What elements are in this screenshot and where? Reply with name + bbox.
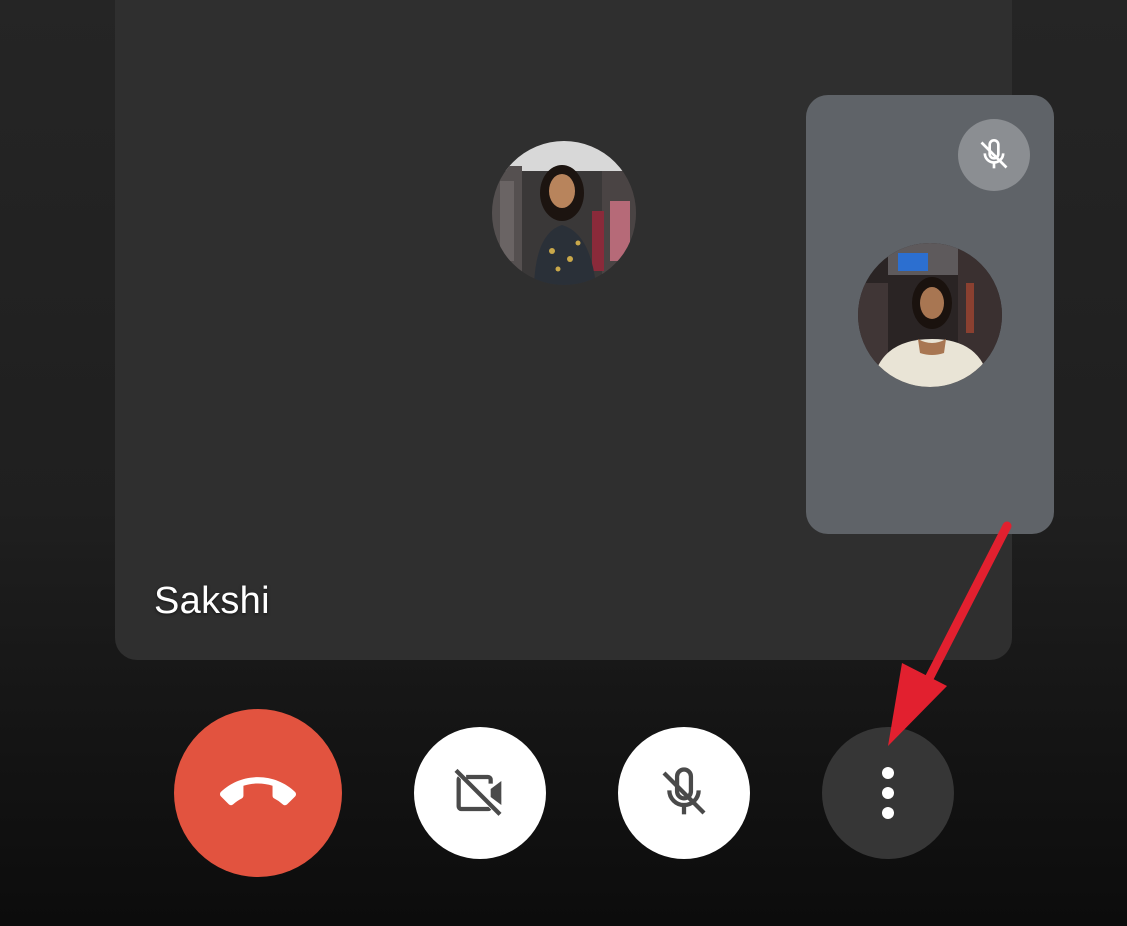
self-muted-indicator <box>958 119 1030 191</box>
mic-toggle-button[interactable] <box>618 727 750 859</box>
more-options-button[interactable] <box>822 727 954 859</box>
mic-off-icon <box>980 138 1008 169</box>
phone-hangup-icon <box>220 777 296 806</box>
video-off-icon <box>454 768 502 816</box>
more-vertical-icon <box>882 767 894 819</box>
mic-off-icon <box>662 767 706 815</box>
participant-name: Sakshi <box>154 580 270 622</box>
camera-toggle-button[interactable] <box>414 727 546 859</box>
self-avatar <box>858 243 1002 387</box>
participant-avatar <box>492 141 636 285</box>
end-call-button[interactable] <box>174 709 342 877</box>
